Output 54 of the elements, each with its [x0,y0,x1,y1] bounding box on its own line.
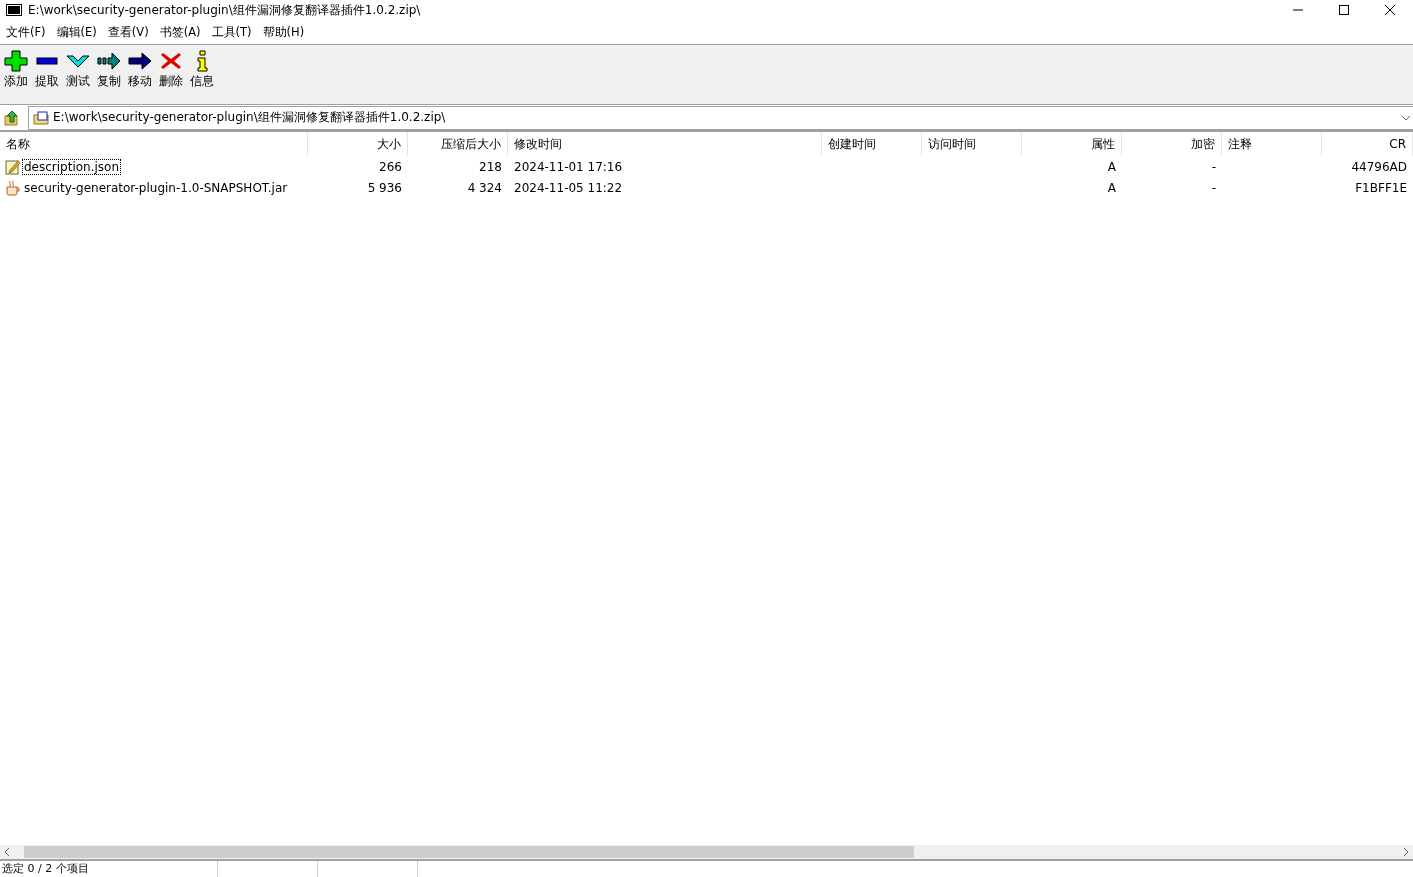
table-cell-text: A [1106,180,1117,195]
arrow-icon [96,50,121,72]
table-cell-text: - [1210,159,1217,174]
column-header[interactable]: 压缩后大小 [408,132,508,156]
column-header[interactable]: 名称 [0,132,308,156]
menu-item[interactable]: 查看(V) [103,24,156,40]
table-cell-text: 4 324 [466,180,503,195]
column-header[interactable]: 注释 [1222,132,1322,156]
table-cell-text: 266 [378,159,403,174]
table-cell-text: 218 [478,159,503,174]
file-name[interactable]: description.json [23,159,121,174]
menu-item[interactable]: 工具(T) [207,24,259,40]
document-icon [5,158,21,175]
maximize-icon[interactable] [1339,5,1349,15]
table-cell-text: 5 936 [366,180,403,195]
toolbar-button[interactable]: 信息 [186,50,217,89]
table-cell-text: 44796AD [1350,159,1408,174]
column-header[interactable]: CR [1322,132,1413,156]
arrow-icon [127,50,152,72]
column-header[interactable]: 大小 [308,132,408,156]
toolbar-button[interactable]: 测试 [62,50,93,89]
column-header[interactable]: 属性 [1022,132,1122,156]
file-name[interactable]: security-generator-plugin-1.0-SNAPSHOT.jar [23,180,289,195]
column-header[interactable]: 访问时间 [922,132,1022,156]
archive-icon [33,110,49,125]
table-cell-text: - [1210,180,1217,195]
toolbar-button[interactable]: 添加 [0,50,31,89]
chevron-down-icon [1401,113,1411,122]
scroll-right-icon[interactable] [1403,847,1409,856]
column-header[interactable]: 加密 [1122,132,1222,156]
menu-item[interactable]: 文件(F) [2,24,53,40]
menu-item[interactable]: 书签(A) [155,24,208,40]
menu-item[interactable]: 编辑(E) [52,24,104,40]
up-folder-icon[interactable] [4,109,20,126]
menu-item[interactable]: 帮助(H) [258,24,312,40]
cup-icon [5,179,21,196]
table-cell-text: 2024-11-01 17:16 [513,159,624,174]
plus-icon [3,50,28,72]
toolbar-button[interactable]: 提取 [31,50,62,89]
toolbar-button[interactable]: 删除 [155,50,186,89]
table-cell-text: F1BFF1E [1354,180,1408,195]
toolbar-button[interactable]: 复制 [93,50,124,89]
app-icon [6,4,22,16]
toolbar-button[interactable]: 移动 [124,50,155,89]
close-icon[interactable] [1385,5,1395,15]
scroll-left-icon[interactable] [4,847,10,856]
scrollbar-thumb[interactable] [24,846,914,858]
window-title: E:\work\security-generator-plugin\组件漏洞修复翻译器插件1.0.2.zip\ [28,1,422,19]
table-cell-text: 2024-11-05 11:22 [513,180,624,195]
address-field[interactable]: E:\work\security-generator-plugin\组件漏洞修复翻译器插件1.0.2.zip\ [28,105,1413,130]
status-text: 选定 0 / 2 个项目 [0,861,218,877]
column-header[interactable]: 创建时间 [822,132,922,156]
table-cell-text: A [1106,159,1117,174]
column-header[interactable]: 修改时间 [508,132,822,156]
